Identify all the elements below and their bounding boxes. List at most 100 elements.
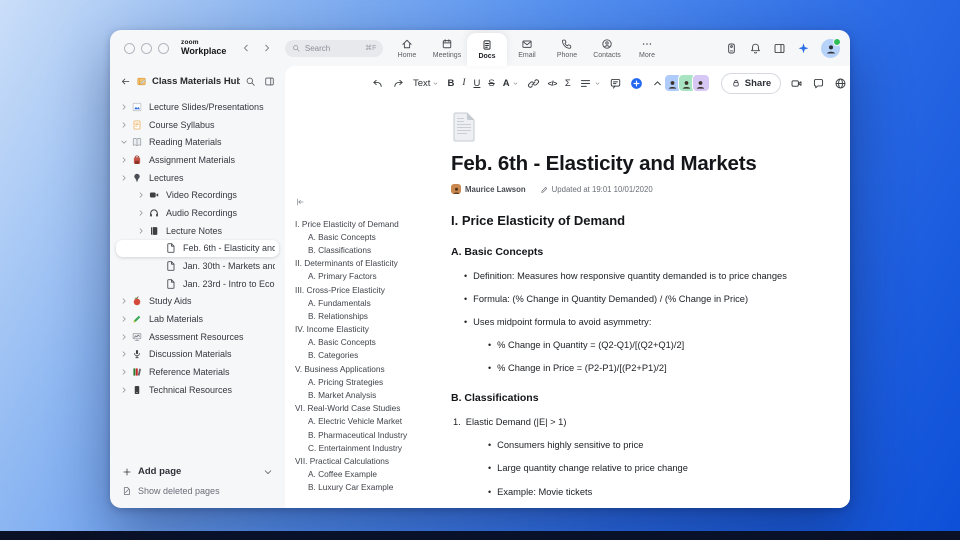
doc-bullet-item[interactable]: • % Change in Price = (P2-P1)/[(P2+P1)/2] — [451, 363, 799, 374]
tree-item-audio-recordings[interactable]: Audio Recordings — [116, 204, 279, 222]
tree-item-reference-materials[interactable]: Reference Materials — [116, 363, 279, 381]
back-button[interactable] — [241, 43, 251, 53]
chevron-right-icon[interactable] — [120, 174, 130, 182]
toc-item[interactable]: VI. Real-World Case Studies — [295, 402, 441, 415]
tree-item-jan-23rd-intro-to-econo[interactable]: Jan. 23rd - Intro to Econo... — [116, 275, 279, 293]
toc-item[interactable]: A. Fundamentals — [295, 296, 441, 309]
chevron-right-icon[interactable] — [137, 191, 147, 199]
text-color-button[interactable]: A — [503, 78, 519, 89]
tab-contacts[interactable]: Contacts — [587, 30, 627, 66]
tab-phone[interactable]: Phone — [547, 30, 587, 66]
tree-item-technical-resources[interactable]: Technical Resources — [116, 381, 279, 399]
toc-item[interactable]: V. Business Applications — [295, 362, 441, 375]
language-globe-icon[interactable] — [834, 77, 847, 90]
tree-item-discussion-materials[interactable]: Discussion Materials — [116, 346, 279, 364]
underline-button[interactable]: U — [473, 78, 480, 89]
redo-icon[interactable] — [392, 77, 405, 90]
tab-docs[interactable]: Docs — [467, 33, 507, 66]
document-title[interactable]: Feb. 6th - Elasticity and Markets — [451, 152, 799, 176]
toc-item[interactable]: A. Basic Concepts — [295, 336, 441, 349]
sidebar-search-icon[interactable] — [245, 76, 256, 87]
chat-icon[interactable] — [812, 77, 825, 90]
link-icon[interactable] — [527, 77, 540, 90]
doc-bullet-item[interactable]: • Consumers highly sensitive to price — [451, 440, 799, 451]
chevron-down-icon[interactable] — [120, 138, 130, 146]
tab-more[interactable]: More — [627, 30, 667, 66]
share-button[interactable]: Share — [720, 72, 782, 94]
toc-collapse-icon[interactable] — [295, 197, 305, 207]
tab-home[interactable]: Home — [387, 30, 427, 66]
toc-item[interactable]: B. Relationships — [295, 309, 441, 322]
toc-item[interactable]: A. Electric Vehicle Market — [295, 415, 441, 428]
toc-item[interactable]: II. Determinants of Elasticity — [295, 257, 441, 270]
tree-item-lecture-notes[interactable]: Lecture Notes — [116, 222, 279, 240]
chevron-right-icon[interactable] — [120, 350, 130, 358]
toc-item[interactable]: B. Classifications — [295, 243, 441, 256]
add-page-button[interactable]: Add page — [122, 466, 273, 477]
toc-item[interactable]: B. Categories — [295, 349, 441, 362]
toc-item[interactable]: A. Basic Concepts — [295, 230, 441, 243]
toc-item[interactable]: IV. Income Elasticity — [295, 323, 441, 336]
toc-item[interactable]: A. Coffee Example — [295, 468, 441, 481]
toc-item[interactable]: A. Primary Factors — [295, 270, 441, 283]
tree-item-assessment-resources[interactable]: Assessment Resources — [116, 328, 279, 346]
list-options-icon[interactable] — [579, 77, 601, 90]
doc-heading[interactable]: A. Basic Concepts — [451, 246, 799, 258]
doc-bullet-item[interactable]: • Large quantity change relative to price… — [451, 463, 799, 474]
bold-button[interactable]: B — [447, 78, 454, 89]
doc-numbered-item[interactable]: 1. Elastic Demand (|E| > 1) — [451, 417, 799, 428]
doc-bullet-item[interactable]: • Example: Movie tickets — [451, 487, 799, 498]
tree-item-assignment-materials[interactable]: Assignment Materials — [116, 151, 279, 169]
toc-item[interactable]: III. Cross-Price Elasticity — [295, 283, 441, 296]
side-panel-toggle-icon[interactable] — [773, 42, 786, 55]
toc-item[interactable]: B. Market Analysis — [295, 388, 441, 401]
tree-item-course-syllabus[interactable]: Course Syllabus — [116, 116, 279, 134]
equation-button[interactable]: Σ — [565, 78, 571, 89]
sidebar-collapse-icon[interactable] — [264, 76, 275, 87]
user-avatar[interactable] — [821, 37, 841, 58]
chevron-right-icon[interactable] — [120, 368, 130, 376]
chevron-right-icon[interactable] — [120, 297, 130, 305]
tree-item-study-aids[interactable]: Study Aids — [116, 293, 279, 311]
doc-bullet-item[interactable]: • Formula: (% Change in Quantity Demanded… — [451, 294, 799, 305]
chevron-right-icon[interactable] — [120, 156, 130, 164]
forward-button[interactable] — [262, 43, 272, 53]
toc-item[interactable]: B. Luxury Car Example — [295, 481, 441, 494]
tree-item-jan-30th-markets-and-p[interactable]: Jan. 30th - Markets and P... — [116, 257, 279, 275]
doc-bullet-item[interactable]: • Definition: Measures how responsive qua… — [451, 271, 799, 282]
sidebar-back-icon[interactable] — [120, 76, 131, 87]
tree-item-reading-materials[interactable]: Reading Materials — [116, 133, 279, 151]
notifications-bell-icon[interactable] — [749, 42, 762, 55]
collapse-toolbar-icon[interactable] — [651, 77, 664, 90]
tab-meetings[interactable]: Meetings — [427, 30, 467, 66]
toc-item[interactable]: B. Pharmaceutical Industry — [295, 428, 441, 441]
tree-item-feb-6th-elasticity-and-m[interactable]: Feb. 6th - Elasticity and M... — [116, 239, 279, 258]
ai-companion-icon[interactable] — [797, 42, 810, 55]
chevron-right-icon[interactable] — [120, 333, 130, 341]
tab-email[interactable]: Email — [507, 30, 547, 66]
collaborator-avatar-3[interactable] — [691, 74, 710, 92]
minimize-window-button[interactable] — [141, 42, 152, 54]
tree-item-video-recordings[interactable]: Video Recordings — [116, 186, 279, 204]
text-style-button[interactable]: Text — [413, 78, 439, 89]
doc-bullet-item[interactable]: • Uses midpoint formula to avoid asymmetr… — [451, 317, 799, 328]
chevron-right-icon[interactable] — [137, 227, 147, 235]
maximize-window-button[interactable] — [158, 42, 169, 54]
tree-item-lecture-slides-presentations[interactable]: Lecture Slides/Presentations — [116, 98, 279, 116]
chevron-right-icon[interactable] — [120, 103, 130, 111]
doc-heading[interactable]: I. Price Elasticity of Demand — [451, 213, 799, 228]
chevron-right-icon[interactable] — [137, 209, 147, 217]
toc-item[interactable]: VII. Practical Calculations — [295, 454, 441, 467]
add-page-chevron-icon[interactable] — [263, 467, 273, 477]
workspace-reservation-icon[interactable] — [725, 42, 738, 55]
undo-icon[interactable] — [371, 77, 384, 90]
doc-heading[interactable]: B. Classifications — [451, 392, 799, 404]
doc-bullet-item[interactable]: • % Change in Quantity = (Q2-Q1)/[(Q2+Q1)… — [451, 340, 799, 351]
toc-item[interactable]: C. Entertainment Industry — [295, 441, 441, 454]
toc-item[interactable]: A. Pricing Strategies — [295, 375, 441, 388]
chevron-right-icon[interactable] — [120, 386, 130, 394]
tree-item-lab-materials[interactable]: Lab Materials — [116, 310, 279, 328]
italic-button[interactable]: I — [462, 78, 465, 88]
toc-item[interactable]: I. Price Elasticity of Demand — [295, 217, 441, 230]
document-page[interactable]: Feb. 6th - Elasticity and Markets Mauric… — [441, 100, 799, 508]
